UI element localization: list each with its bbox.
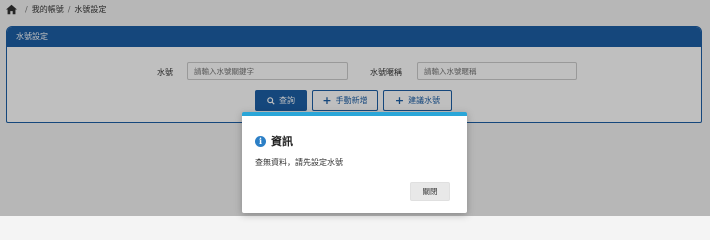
dialog-title-text: 資訊: [271, 135, 293, 148]
info-dialog: i 資訊 查無資料，請先設定水號 關閉: [242, 112, 467, 213]
close-button[interactable]: 關閉: [410, 182, 450, 201]
dialog-message: 查無資料，請先設定水號: [255, 158, 343, 167]
dialog-title: i 資訊: [255, 133, 293, 149]
info-icon: i: [255, 135, 266, 147]
